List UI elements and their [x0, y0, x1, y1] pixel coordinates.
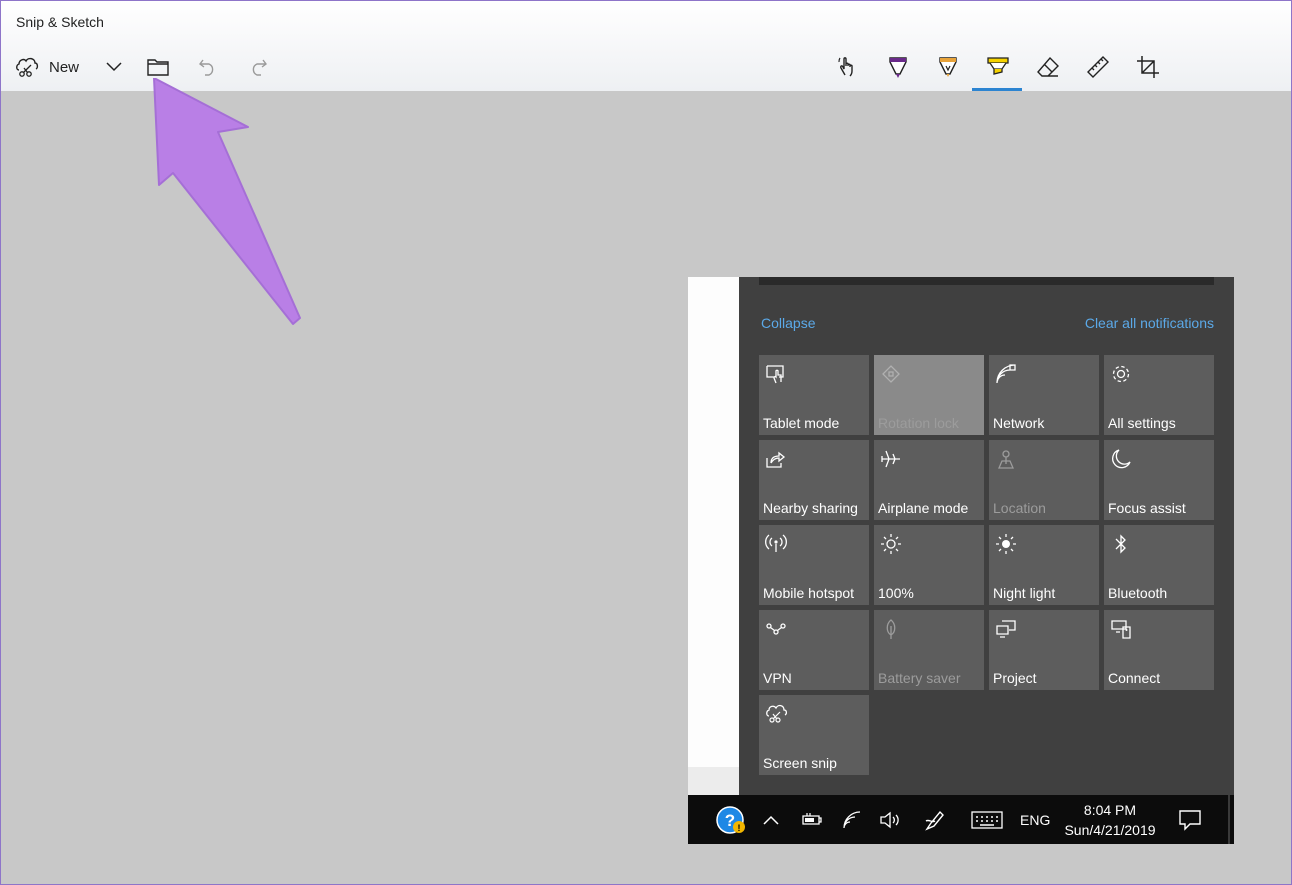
action-center-screenshot: Collapse Clear all notifications Tablet …: [688, 277, 1234, 844]
tile-focus-assist[interactable]: Focus assist: [1104, 440, 1214, 520]
redo-icon: [248, 57, 268, 77]
pencil-button[interactable]: [933, 48, 963, 86]
tile-tablet-mode[interactable]: Tablet mode: [759, 355, 869, 435]
volume-icon[interactable]: [879, 809, 903, 831]
input-language[interactable]: ENG: [1020, 812, 1050, 828]
annotation-arrow-icon: [153, 78, 301, 325]
show-hidden-icons-chevron[interactable]: [759, 809, 783, 831]
tile-label: Tablet mode: [763, 415, 840, 431]
ballpoint-pen-icon: [887, 55, 909, 79]
new-snip-icon: [15, 56, 39, 78]
night-light-icon: [995, 533, 1017, 555]
app-title: Snip & Sketch: [16, 14, 104, 30]
clock-date: Sun/4/21/2019: [1064, 822, 1156, 838]
tile-label: 100%: [878, 585, 914, 601]
tile-bluetooth[interactable]: Bluetooth: [1104, 525, 1214, 605]
tile-label: Rotation lock: [878, 415, 959, 431]
new-snip-dropdown[interactable]: [101, 48, 127, 86]
touch-keyboard-icon[interactable]: [971, 809, 1003, 831]
clock-time: 8:04 PM: [1083, 802, 1137, 818]
tile-all-settings[interactable]: All settings: [1104, 355, 1214, 435]
bluetooth-icon: [1110, 533, 1132, 555]
tile-label: Connect: [1108, 670, 1161, 686]
tile-label: Bluetooth: [1108, 585, 1168, 601]
tile-battery-saver[interactable]: Battery saver: [874, 610, 984, 690]
tile-night-light[interactable]: Night light: [989, 525, 1099, 605]
tile-label: Airplane mode: [878, 500, 969, 516]
vpn-icon: [765, 618, 787, 640]
hotspot-icon: [765, 533, 787, 555]
battery-saver-icon: [880, 618, 902, 640]
touch-writing-icon: [836, 55, 860, 79]
tile-label: Night light: [993, 585, 1056, 601]
tile-label: Mobile hotspot: [763, 585, 855, 601]
network-icon: [995, 363, 1017, 385]
moon-icon: [1110, 448, 1132, 470]
eraser-button[interactable]: [1033, 48, 1063, 86]
tile-nearby-sharing[interactable]: Nearby sharing: [759, 440, 869, 520]
eraser-icon: [1036, 56, 1060, 78]
taskbar: ?! ENG 8:04 PM Sun/4/21/2019: [688, 795, 1234, 844]
tile-vpn[interactable]: VPN: [759, 610, 869, 690]
location-icon: [995, 448, 1017, 470]
pen-workspace-icon[interactable]: [924, 809, 948, 831]
tile-label: Location: [993, 500, 1046, 516]
tile-label: VPN: [763, 670, 792, 686]
tile-connect[interactable]: Connect: [1104, 610, 1214, 690]
project-icon: [995, 618, 1017, 640]
collapse-link[interactable]: Collapse: [761, 315, 815, 331]
tile-label: Focus assist: [1108, 500, 1186, 516]
tile-label: Network: [993, 415, 1045, 431]
open-folder-icon: [147, 58, 169, 76]
tile-airplane-mode[interactable]: Airplane mode: [874, 440, 984, 520]
screen-snip-icon: [765, 703, 788, 725]
taskbar-clock[interactable]: 8:04 PM Sun/4/21/2019: [1060, 800, 1160, 840]
tile-label: Battery saver: [878, 670, 961, 686]
touch-writing-button[interactable]: [833, 48, 863, 86]
tile-label: Nearby sharing: [763, 500, 858, 516]
ruler-button[interactable]: [1083, 48, 1113, 86]
help-icon[interactable]: ?!: [716, 806, 746, 834]
tile-rotation-lock[interactable]: Rotation lock: [874, 355, 984, 435]
rotation-lock-icon: [880, 363, 902, 385]
settings-gear-icon: [1110, 363, 1132, 385]
tile-network[interactable]: Network: [989, 355, 1099, 435]
tile-brightness[interactable]: 100%: [874, 525, 984, 605]
tile-label: All settings: [1108, 415, 1176, 431]
crop-icon: [1136, 55, 1160, 79]
tablet-mode-icon: [765, 363, 787, 385]
desktop-strip: [688, 277, 739, 767]
new-label: New: [49, 58, 80, 76]
tile-location[interactable]: Location: [989, 440, 1099, 520]
tile-label: Screen snip: [763, 755, 837, 771]
nearby-sharing-icon: [765, 448, 787, 470]
new-snip-button[interactable]: New: [15, 48, 99, 86]
highlighter-icon: [986, 55, 1010, 79]
ballpoint-pen-button[interactable]: [883, 48, 913, 86]
undo-icon: [198, 57, 218, 77]
highlighter-button[interactable]: [983, 48, 1013, 86]
brightness-icon: [880, 533, 902, 555]
battery-icon[interactable]: [800, 809, 824, 831]
chevron-down-icon: [106, 62, 122, 72]
crop-button[interactable]: [1133, 48, 1163, 86]
clear-all-notifications-link[interactable]: Clear all notifications: [1085, 315, 1214, 331]
svg-text:!: !: [738, 823, 741, 833]
connect-icon: [1110, 618, 1132, 640]
airplane-icon: [880, 448, 902, 470]
tile-label: Project: [993, 670, 1037, 686]
tile-project[interactable]: Project: [989, 610, 1099, 690]
wifi-icon[interactable]: [841, 809, 865, 831]
ruler-icon: [1086, 55, 1110, 79]
tile-screen-snip[interactable]: Screen snip: [759, 695, 869, 775]
notifications-icon[interactable]: [1178, 809, 1202, 831]
pencil-icon: [937, 55, 959, 79]
tile-mobile-hotspot[interactable]: Mobile hotspot: [759, 525, 869, 605]
